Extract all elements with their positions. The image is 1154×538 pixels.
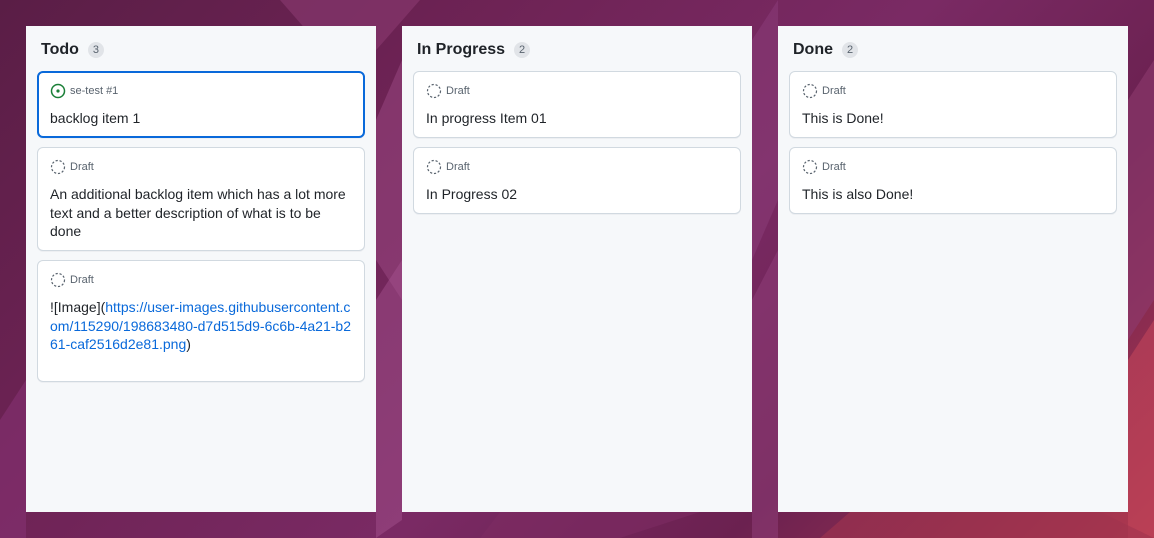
card-draft-item[interactable]: Draft This is Done! bbox=[789, 71, 1117, 138]
draft-icon bbox=[50, 159, 66, 175]
draft-label: Draft bbox=[70, 161, 94, 173]
column-header: Todo 3 bbox=[41, 41, 104, 59]
issue-reference[interactable]: se-test #1 bbox=[70, 85, 118, 97]
card-title[interactable]: In Progress 02 bbox=[426, 185, 731, 204]
column-title: Done bbox=[793, 41, 833, 58]
card-title[interactable]: An additional backlog item which has a l… bbox=[50, 185, 355, 241]
card-meta: se-test #1 bbox=[50, 83, 118, 99]
draft-icon bbox=[802, 83, 818, 99]
column-count-badge: 2 bbox=[842, 42, 858, 58]
card-title[interactable]: This is Done! bbox=[802, 109, 1107, 128]
column-done: Done 2 Draft This is Done! Draft This is… bbox=[778, 26, 1128, 512]
column-count-badge: 2 bbox=[514, 42, 531, 58]
draft-label: Draft bbox=[446, 85, 470, 97]
card-backlog-item-1[interactable]: se-test #1 backlog item 1 bbox=[37, 71, 365, 138]
draft-label: Draft bbox=[822, 161, 846, 173]
column-title: Todo bbox=[41, 41, 79, 58]
card-draft-item[interactable]: Draft This is also Done! bbox=[789, 147, 1117, 214]
card-meta: Draft bbox=[426, 159, 470, 175]
card-draft-item[interactable]: Draft ![Image](https://user-images.githu… bbox=[37, 260, 365, 382]
draft-icon bbox=[50, 272, 66, 288]
card-title[interactable]: In progress Item 01 bbox=[426, 109, 731, 128]
column-count-badge: 3 bbox=[87, 42, 104, 58]
card-meta: Draft bbox=[50, 159, 94, 175]
card-draft-item[interactable]: Draft An additional backlog item which h… bbox=[37, 147, 365, 251]
markdown-suffix: ) bbox=[186, 336, 191, 352]
card-meta: Draft bbox=[50, 272, 94, 288]
markdown-prefix: ![Image]( bbox=[50, 299, 106, 315]
column-header: Done 2 bbox=[793, 41, 858, 59]
card-title[interactable]: backlog item 1 bbox=[50, 109, 355, 128]
draft-label: Draft bbox=[446, 161, 470, 173]
card-title[interactable]: This is also Done! bbox=[802, 185, 1107, 204]
card-title: ![Image](https://user-images.githubuserc… bbox=[50, 298, 355, 354]
card-meta: Draft bbox=[426, 83, 470, 99]
card-draft-item[interactable]: Draft In progress Item 01 bbox=[413, 71, 741, 138]
draft-label: Draft bbox=[70, 274, 94, 286]
card-meta: Draft bbox=[802, 159, 846, 175]
draft-icon bbox=[426, 159, 442, 175]
column-todo: Todo 3 se-test #1 backlog item 1 Draft A… bbox=[26, 26, 376, 512]
column-in-progress: In Progress 2 Draft In progress Item 01 … bbox=[402, 26, 752, 512]
card-meta: Draft bbox=[802, 83, 846, 99]
draft-icon bbox=[802, 159, 818, 175]
column-header: In Progress 2 bbox=[417, 41, 531, 59]
card-draft-item[interactable]: Draft In Progress 02 bbox=[413, 147, 741, 214]
draft-label: Draft bbox=[822, 85, 846, 97]
draft-icon bbox=[426, 83, 442, 99]
open-issue-icon bbox=[50, 83, 66, 99]
column-title: In Progress bbox=[417, 41, 506, 58]
